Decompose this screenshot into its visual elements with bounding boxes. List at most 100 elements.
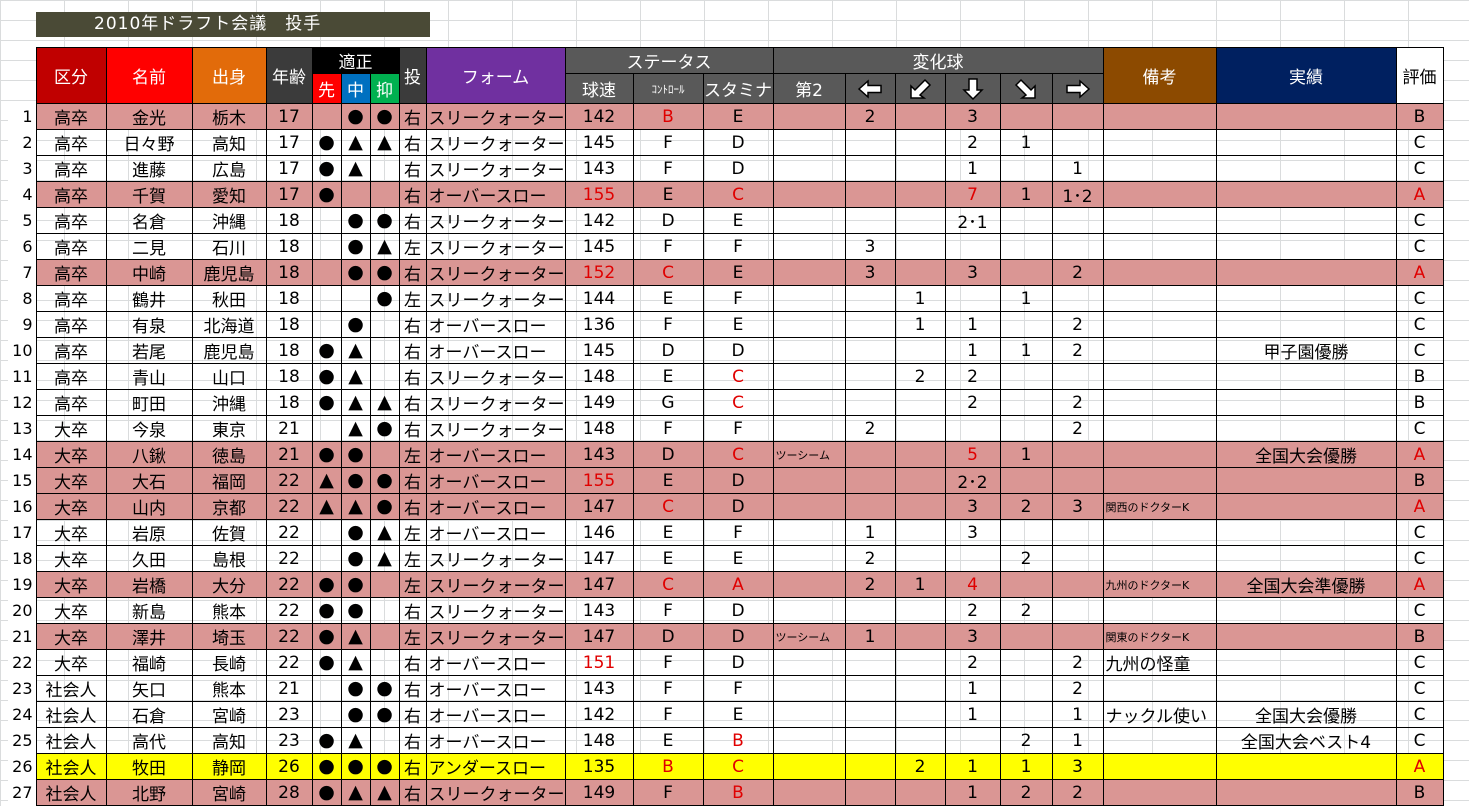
cell-stamina[interactable]: D (702, 337, 774, 364)
cell-kubun[interactable]: 高卒 (35, 233, 107, 260)
cell-right[interactable]: 2 (1051, 779, 1104, 806)
header-notes[interactable]: 備考 (1102, 47, 1217, 104)
table-row[interactable]: 27 社会人 北野 宮崎 28 ● ▲ ▲ 右スリークォーター 149 F B 1 2 2 B (8, 779, 1444, 806)
cell-name[interactable]: 石倉 (105, 701, 193, 728)
cell-left[interactable] (844, 649, 896, 676)
cell-origin[interactable]: 北海道 (191, 311, 267, 338)
cell-osae[interactable]: ▲ (369, 519, 400, 546)
cell-kubun[interactable]: 大卒 (35, 571, 107, 598)
cell-form[interactable]: スリークォーター (425, 363, 566, 390)
cell-right[interactable]: 1 (1051, 701, 1104, 728)
cell-osae[interactable]: ● (369, 207, 400, 234)
cell-control[interactable]: F (632, 675, 704, 702)
cell-sen[interactable] (311, 311, 342, 338)
cell-origin[interactable]: 東京 (191, 415, 267, 442)
cell-dright[interactable] (999, 519, 1053, 546)
cell-throw[interactable]: 右 (398, 727, 427, 754)
cell-name[interactable]: 岩橋 (105, 571, 193, 598)
cell-name[interactable]: 矢口 (105, 675, 193, 702)
cell-dright[interactable] (999, 103, 1053, 130)
cell-stamina[interactable]: D (702, 623, 774, 650)
cell-rating[interactable]: A (1395, 753, 1444, 780)
cell-age[interactable]: 22 (265, 467, 313, 494)
cell-right[interactable]: 2 (1051, 311, 1104, 338)
cell-rating[interactable]: C (1395, 207, 1444, 234)
cell-name[interactable]: 日々野 (105, 129, 193, 156)
row-number[interactable]: 6 (8, 233, 36, 260)
cell-stamina[interactable]: C (702, 441, 774, 468)
cell-form[interactable]: スリークォーター (425, 259, 566, 286)
cell-dleft[interactable]: 1 (894, 285, 946, 312)
cell-kubun[interactable]: 大卒 (35, 519, 107, 546)
cell-record[interactable] (1215, 181, 1397, 208)
cell-right[interactable] (1051, 571, 1104, 598)
cell-right[interactable] (1051, 467, 1104, 494)
row-number[interactable]: 8 (8, 285, 36, 312)
cell-right[interactable]: 2 (1051, 337, 1104, 364)
cell-record[interactable]: 全国大会準優勝 (1215, 571, 1397, 598)
cell-control[interactable]: F (632, 311, 704, 338)
cell-control[interactable]: F (632, 129, 704, 156)
cell-age[interactable]: 22 (265, 545, 313, 572)
cell-notes[interactable] (1102, 259, 1217, 286)
row-number[interactable]: 23 (8, 675, 36, 702)
cell-form[interactable]: オーバースロー (425, 727, 566, 754)
table-row[interactable]: 15 大卒 大石 福岡 22 ▲ ● ● 右オーバースロー 155 E D 2･2 B (8, 467, 1444, 494)
cell-age[interactable]: 22 (265, 519, 313, 546)
cell-stamina[interactable]: E (702, 545, 774, 572)
cell-control[interactable]: F (632, 597, 704, 624)
cell-notes[interactable]: 関東のドクターK (1102, 623, 1217, 650)
row-number[interactable]: 24 (8, 701, 36, 728)
cell-sen[interactable]: ● (311, 727, 342, 754)
cell-record[interactable] (1215, 233, 1397, 260)
cell-speed[interactable]: 147 (564, 493, 634, 520)
cell-name[interactable]: 有泉 (105, 311, 193, 338)
cell-notes[interactable] (1102, 441, 1217, 468)
cell-sen[interactable]: ▲ (311, 493, 342, 520)
cell-age[interactable]: 18 (265, 363, 313, 390)
cell-dleft[interactable] (894, 155, 946, 182)
cell-name[interactable]: 中崎 (105, 259, 193, 286)
cell-naka[interactable]: ● (340, 753, 371, 780)
cell-notes[interactable] (1102, 129, 1217, 156)
cell-record[interactable] (1215, 285, 1397, 312)
cell-record[interactable] (1215, 259, 1397, 286)
cell-left[interactable]: 2 (844, 103, 896, 130)
row-number[interactable]: 15 (8, 467, 36, 494)
cell-control[interactable]: E (632, 181, 704, 208)
cell-kubun[interactable]: 大卒 (35, 545, 107, 572)
cell-age[interactable]: 17 (265, 181, 313, 208)
cell-origin[interactable]: 静岡 (191, 753, 267, 780)
cell-dright[interactable] (999, 467, 1053, 494)
cell-stamina[interactable]: D (702, 493, 774, 520)
cell-record[interactable]: 全国大会優勝 (1215, 701, 1397, 728)
cell-record[interactable] (1215, 389, 1397, 416)
cell-record[interactable] (1215, 753, 1397, 780)
cell-record[interactable]: 全国大会優勝 (1215, 441, 1397, 468)
cell-down[interactable]: 3 (944, 103, 1001, 130)
cell-sen[interactable]: ▲ (311, 467, 342, 494)
cell-kubun[interactable]: 大卒 (35, 415, 107, 442)
cell-naka[interactable]: ● (340, 233, 371, 260)
cell-stamina[interactable]: F (702, 519, 774, 546)
cell-control[interactable]: B (632, 103, 704, 130)
cell-down[interactable] (944, 727, 1001, 754)
cell-sen[interactable]: ● (311, 623, 342, 650)
cell-form[interactable]: スリークォーター (425, 233, 566, 260)
cell-down[interactable]: 3 (944, 519, 1001, 546)
cell-name[interactable]: 大石 (105, 467, 193, 494)
cell-down[interactable]: 1 (944, 701, 1001, 728)
cell-dright[interactable]: 1 (999, 129, 1053, 156)
cell-dleft[interactable] (894, 103, 946, 130)
cell-origin[interactable]: 福岡 (191, 467, 267, 494)
cell-name[interactable]: 若尾 (105, 337, 193, 364)
cell-origin[interactable]: 宮崎 (191, 701, 267, 728)
cell-record[interactable]: 甲子園優勝 (1215, 337, 1397, 364)
cell-kubun[interactable]: 高卒 (35, 311, 107, 338)
cell-down[interactable]: 1 (944, 675, 1001, 702)
header-record[interactable]: 実績 (1215, 47, 1397, 104)
cell-dleft[interactable] (894, 389, 946, 416)
cell-name[interactable]: 金光 (105, 103, 193, 130)
cell-sen[interactable]: ● (311, 441, 342, 468)
row-number[interactable]: 5 (8, 207, 36, 234)
